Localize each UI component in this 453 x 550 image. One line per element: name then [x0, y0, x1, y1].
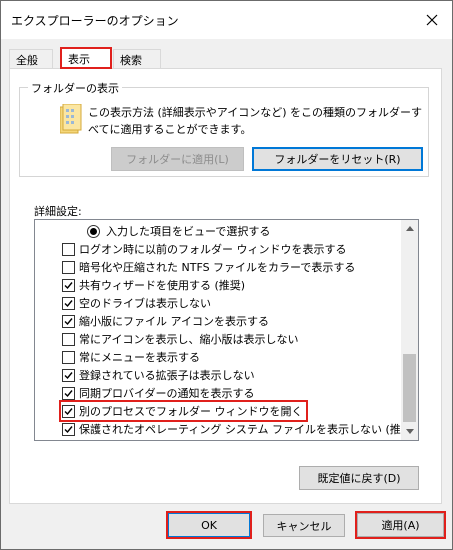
title-bar: エクスプローラーのオプション [1, 1, 452, 39]
folder-view-legend: フォルダーの表示 [28, 80, 122, 96]
restore-defaults-button[interactable]: 既定値に戻す(D) [299, 466, 419, 490]
list-item[interactable]: 共有ウィザードを使用する (推奨) [62, 276, 418, 294]
checkbox[interactable] [62, 296, 75, 310]
scroll-thumb[interactable] [403, 354, 416, 422]
scroll-up-icon[interactable] [401, 220, 418, 237]
list-item-label: 常にアイコンを表示し、縮小版は表示しない [79, 333, 299, 346]
restore-defaults-label: 既定値に戻す(D) [317, 472, 401, 485]
list-item-label: 常にメニューを表示する [79, 351, 200, 364]
cancel-label: キャンセル [276, 519, 332, 533]
list-item[interactable]: 縮小版にファイル アイコンを表示する [62, 312, 418, 330]
list-item-label: 暗号化や圧縮された NTFS ファイルをカラーで表示する [79, 261, 356, 274]
scrollbar[interactable] [401, 220, 418, 440]
list-item-highlighted[interactable]: 別のプロセスでフォルダー ウィンドウを開く [59, 400, 418, 422]
list-item[interactable]: 空のドライブは表示しない [62, 294, 418, 312]
tab-search[interactable]: 検索 [113, 49, 161, 68]
list-item-label: 別のプロセスでフォルダー ウィンドウを開く [79, 405, 303, 418]
list-item[interactable]: 登録されている拡張子は表示しない [62, 366, 418, 384]
checkbox[interactable] [62, 368, 75, 382]
list-item-label: 入力した項目をビューで選択する [106, 225, 271, 238]
list-item[interactable]: 入力した項目をビューで選択する [87, 222, 418, 240]
ok-button[interactable]: OK [166, 511, 252, 539]
checkbox[interactable] [62, 350, 75, 364]
list-item[interactable]: 常にアイコンを表示し、縮小版は表示しない [62, 330, 418, 348]
advanced-settings-label: 詳細設定: [34, 205, 82, 218]
list-item[interactable]: 暗号化や圧縮された NTFS ファイルをカラーで表示する [62, 258, 418, 276]
checkbox[interactable] [62, 314, 75, 328]
tab-general-label: 全般 [16, 54, 38, 67]
cancel-button[interactable]: キャンセル [263, 514, 345, 537]
list-item-label: ログオン時に以前のフォルダー ウィンドウを表示する [79, 243, 347, 256]
apply-button[interactable]: 適用(A) [355, 511, 446, 539]
reset-folders-button[interactable]: フォルダーをリセット(R) [252, 147, 423, 171]
list-item-label: 縮小版にファイル アイコンを表示する [79, 315, 269, 328]
folder-view-description: この表示方法 (詳細表示やアイコンなど) をこの種類のフォルダーすべてに適用する… [88, 106, 423, 136]
checkbox[interactable] [62, 422, 75, 436]
tab-general[interactable]: 全般 [9, 49, 53, 68]
tab-view[interactable]: 表示 [60, 47, 112, 69]
folder-options-dialog: エクスプローラーのオプション 全般 表示 検索 フォルダーの表示 この表示方法 … [0, 0, 453, 550]
list-item-label: 保護されたオペレーティング システム ファイルを表示しない (推奨) [79, 423, 417, 436]
checkbox[interactable] [62, 386, 75, 400]
scroll-down-icon[interactable] [401, 423, 418, 440]
advanced-settings-list[interactable]: 入力した項目をビューで選択する ログオン時に以前のフォルダー ウィンドウを表示す… [34, 219, 419, 441]
highlight-box: 別のプロセスでフォルダー ウィンドウを開く [59, 400, 308, 422]
checkbox[interactable] [62, 404, 75, 418]
list-item[interactable]: 保護されたオペレーティング システム ファイルを表示しない (推奨) [62, 420, 418, 438]
ok-label: OK [201, 518, 217, 532]
list-item-label: 共有ウィザードを使用する (推奨) [79, 279, 246, 292]
window-title: エクスプローラーのオプション [11, 14, 179, 28]
checkbox[interactable] [62, 260, 75, 274]
folder-icon [59, 103, 82, 137]
tab-search-label: 検索 [120, 54, 142, 67]
radio-button[interactable] [87, 224, 100, 238]
list-item-label: 登録されている拡張子は表示しない [79, 369, 255, 382]
list-item-label: 空のドライブは表示しない [79, 297, 211, 310]
checkbox[interactable] [62, 242, 75, 256]
apply-label: 適用(A) [381, 519, 420, 532]
close-icon[interactable] [420, 8, 444, 32]
list-item[interactable]: ログオン時に以前のフォルダー ウィンドウを表示する [62, 240, 418, 258]
apply-to-folders-button[interactable]: フォルダーに適用(L) [111, 147, 244, 171]
checkbox[interactable] [62, 278, 75, 292]
checkbox[interactable] [62, 332, 75, 346]
reset-folders-label: フォルダーをリセット(R) [274, 153, 401, 166]
list-item-label: 同期プロバイダーの通知を表示する [79, 387, 255, 400]
list-item[interactable]: 常にメニューを表示する [62, 348, 418, 366]
apply-to-folders-label: フォルダーに適用(L) [126, 153, 229, 166]
tab-view-label: 表示 [68, 53, 90, 66]
